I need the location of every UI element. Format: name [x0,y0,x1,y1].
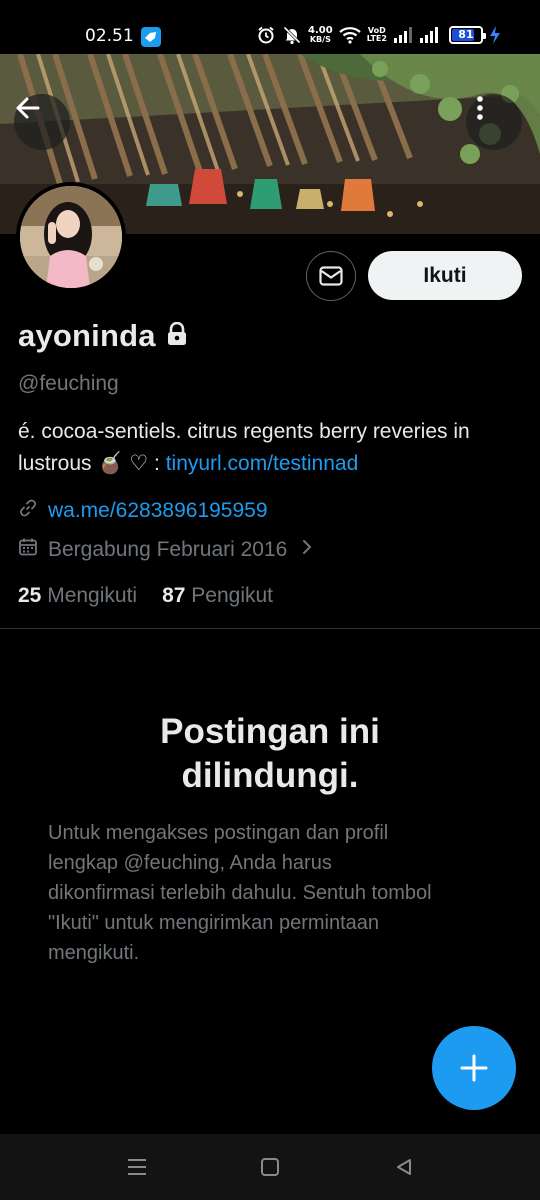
following-stat[interactable]: 25 Mengikuti [18,584,137,608]
system-nav-bar [0,1134,540,1200]
arrow-left-icon [16,97,40,119]
network-speed: 4.00 KB/S [308,25,333,45]
protected-description: Untuk mengakses postingan dan profil len… [48,822,432,964]
status-bar: 02.51 4.00 KB/S VoD LTE2 81 [0,0,540,54]
bio: é. cocoa-sentiels. citrus regents berry … [18,416,528,480]
signal-icon-sim2 [419,27,439,43]
square-icon [261,1158,279,1176]
chevron-right-icon [301,538,313,562]
followers-stat[interactable]: 87 Pengikut [162,584,273,608]
mute-bell-icon [282,25,302,45]
joined-row[interactable]: Bergabung Februari 2016 [18,537,313,563]
more-vertical-icon [477,96,483,120]
followers-label: Pengikut [191,584,274,607]
website-link[interactable]: wa.me/6283896195959 [48,499,268,523]
website-row[interactable]: wa.me/6283896195959 [18,498,268,524]
follow-button[interactable]: Ikuti [368,251,522,300]
following-count: 25 [18,584,42,607]
home-button[interactable] [255,1154,285,1180]
wifi-icon [338,26,361,44]
calendar-icon [18,537,38,563]
following-label: Mengikuti [47,584,138,607]
alarm-icon [256,25,276,45]
back-button[interactable] [14,94,70,150]
followers-count: 87 [162,584,186,607]
notification-app-icon [141,27,161,47]
protected-title: Postingan ini dilindungi. [160,712,380,795]
menu-lines-icon [128,1159,146,1175]
avatar-image [20,186,122,288]
triangle-back-icon [397,1159,411,1175]
lock-icon [166,321,188,351]
handle: @feuching [18,372,119,395]
plus-icon [460,1054,488,1082]
joined-date: Bergabung Februari 2016 [48,538,288,561]
battery-level: 81 [458,28,474,41]
envelope-icon [319,266,343,286]
follow-counts: 25 Mengikuti 87 Pengikut [18,584,273,608]
signal-icon-sim1 [393,27,413,43]
volte-indicator: VoD LTE2 [366,26,387,43]
status-icons: 4.00 KB/S VoD LTE2 81 [256,25,501,45]
battery-indicator: 81 [448,26,486,44]
status-time: 02.51 [85,26,134,46]
link-icon [18,498,38,524]
recent-apps-button[interactable] [122,1154,152,1180]
display-name-row: ayoninda [18,318,188,354]
bio-link[interactable]: tinyurl.com/testinnad [166,452,359,475]
avatar[interactable] [16,182,126,292]
charging-icon [489,26,501,44]
message-button[interactable] [306,251,356,301]
divider [0,628,540,629]
system-back-button[interactable] [389,1154,419,1180]
display-name: ayoninda [18,318,156,353]
compose-button[interactable] [432,1026,516,1110]
more-options-button[interactable] [466,94,522,150]
